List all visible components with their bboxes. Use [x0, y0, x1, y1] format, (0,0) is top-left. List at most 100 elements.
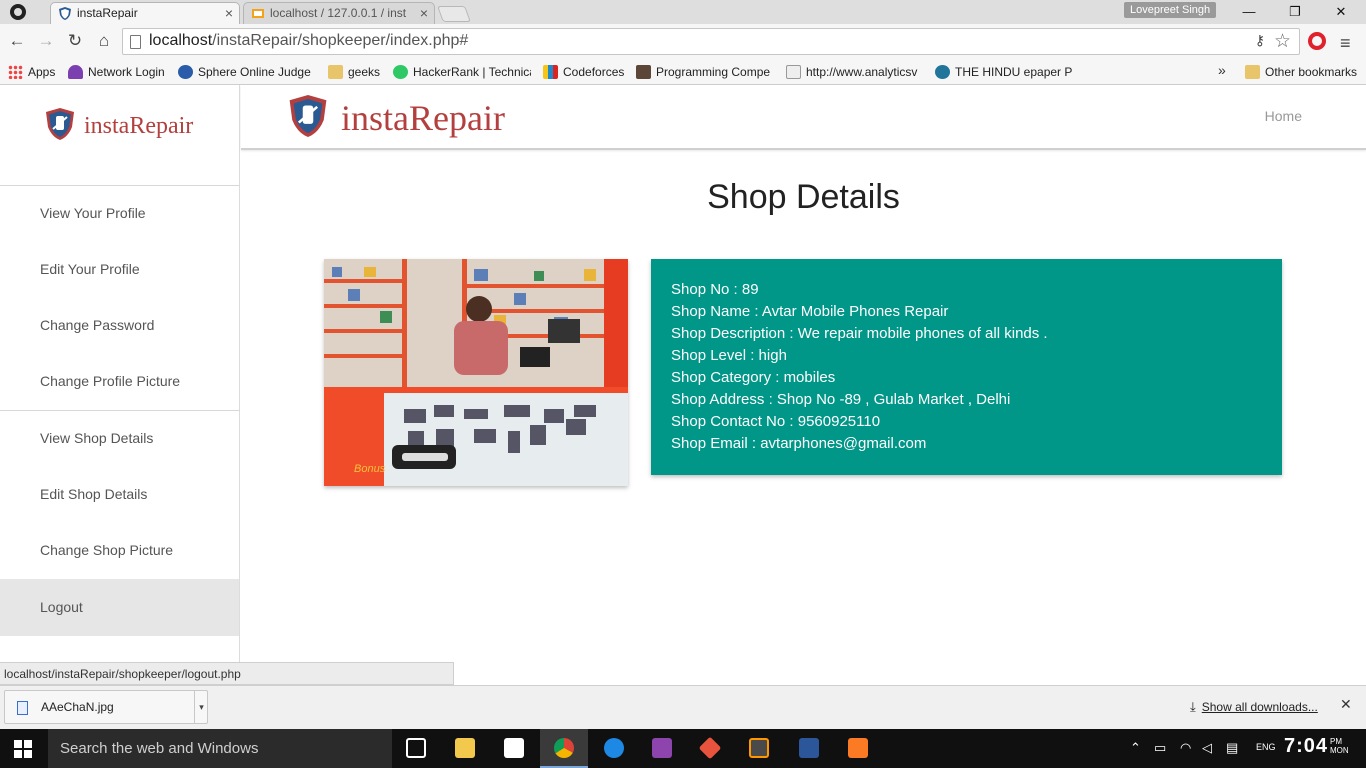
shop-contact: Shop Contact No : 9560925110: [671, 413, 881, 430]
header-logo[interactable]: instaRepair: [287, 93, 527, 139]
sidebar-item-edit-shop-details[interactable]: Edit Shop Details: [0, 466, 239, 522]
sublime-text-icon[interactable]: [735, 729, 783, 768]
sidebar-item-change-profile-picture[interactable]: Change Profile Picture: [0, 353, 239, 409]
bookmark-the-hindu[interactable]: THE HINDU epaper PI: [935, 63, 1073, 81]
reload-icon[interactable]: ↻: [65, 31, 85, 51]
word-icon[interactable]: [785, 729, 833, 768]
back-icon[interactable]: ←: [7, 31, 27, 51]
home-icon[interactable]: ⌂: [94, 31, 114, 51]
profile-user-button[interactable]: Lovepreet Singh: [1124, 2, 1217, 18]
page-header: instaRepair Home: [241, 85, 1366, 150]
clock-day: MON: [1330, 746, 1349, 755]
taskbar-search-input[interactable]: Search the web and Windows: [48, 729, 392, 768]
sidebar: instaRepair View Your Profile Edit Your …: [0, 85, 240, 685]
clock-time[interactable]: 7:04: [1284, 735, 1328, 758]
header-brand: instaRepair: [341, 98, 505, 138]
sidebar-item-view-profile[interactable]: View Your Profile: [0, 185, 239, 241]
wordpress-icon: [935, 65, 950, 79]
bookmark-label: Apps: [28, 65, 56, 79]
sidebar-item-edit-profile[interactable]: Edit Your Profile: [0, 241, 239, 297]
folder-icon: [1245, 65, 1260, 79]
tab-phpmyadmin[interactable]: localhost / 127.0.0.1 / inst ×: [243, 2, 435, 24]
address-bar[interactable]: localhost/instaRepair/shopkeeper/index.p…: [122, 28, 1300, 55]
bookmark-analytics[interactable]: http://www.analyticsv: [786, 63, 924, 81]
url-text[interactable]: localhost/instaRepair/shopkeeper/index.p…: [149, 32, 468, 50]
minimize-icon[interactable]: —: [1234, 2, 1264, 22]
close-window-icon[interactable]: ✕: [1326, 2, 1356, 22]
opera-extension-icon[interactable]: [1308, 32, 1326, 50]
bookmark-codeforces[interactable]: Codeforces: [543, 63, 627, 81]
download-arrow-icon: ⤓: [1190, 699, 1196, 714]
github-icon[interactable]: [10, 4, 26, 20]
forward-icon[interactable]: →: [36, 31, 56, 51]
close-icon[interactable]: ✕: [1340, 696, 1352, 713]
visual-studio-icon[interactable]: [638, 729, 686, 768]
download-filename: AAeChaN.jpg: [41, 700, 114, 714]
shop-picture: Bonus: [324, 259, 628, 486]
task-view-icon[interactable]: [392, 729, 440, 768]
download-shelf: AAeChaN.jpg ▾ ⤓ Show all downloads... ✕: [0, 685, 1366, 729]
volume-icon[interactable]: ◁: [1202, 740, 1212, 756]
store-icon[interactable]: [490, 729, 538, 768]
git-icon[interactable]: [686, 729, 734, 768]
apps-grid-icon: [8, 65, 23, 79]
show-all-downloads-link[interactable]: ⤓ Show all downloads...: [1190, 699, 1318, 715]
new-tab-button[interactable]: [437, 6, 471, 22]
chart-icon: [786, 65, 801, 79]
status-bar-url: localhost/instaRepair/shopkeeper/logout.…: [0, 662, 454, 685]
other-bookmarks[interactable]: Other bookmarks: [1245, 63, 1363, 81]
battery-icon[interactable]: ▭: [1154, 740, 1166, 756]
shop-address: Shop Address : Shop No -89 , Gulab Marke…: [671, 391, 1011, 408]
bookmark-network-login[interactable]: Network Login: [68, 63, 176, 81]
bookmark-apps[interactable]: Apps: [8, 63, 68, 81]
tab-close-icon[interactable]: ×: [420, 3, 428, 23]
url-host: localhost: [149, 32, 213, 49]
chevron-up-icon[interactable]: ⌃: [1130, 740, 1141, 756]
download-item[interactable]: AAeChaN.jpg ▾: [4, 690, 208, 724]
bookmark-hackerrank[interactable]: HackerRank | Technica: [393, 63, 531, 81]
sidebar-item-change-password[interactable]: Change Password: [0, 297, 239, 353]
sidebar-item-change-shop-picture[interactable]: Change Shop Picture: [0, 522, 239, 578]
shop-level: Shop Level : high: [671, 347, 787, 364]
sidebar-item-logout[interactable]: Logout: [0, 579, 239, 636]
bookmark-label: Sphere Online Judge: [198, 65, 311, 79]
edge-icon[interactable]: [590, 729, 638, 768]
folder-icon: [328, 65, 343, 79]
chrome-icon[interactable]: [540, 729, 588, 768]
sidebar-item-view-shop-details[interactable]: View Shop Details: [0, 410, 239, 466]
windows-start-icon[interactable]: [14, 740, 32, 758]
shop-details-card: Shop No : 89 Shop Name : Avtar Mobile Ph…: [651, 259, 1282, 475]
bookmarks-bar: Apps Network Login Sphere Online Judge g…: [0, 59, 1366, 85]
chevron-down-icon[interactable]: ▾: [194, 691, 208, 723]
image-file-icon: [17, 701, 28, 715]
tab-close-icon[interactable]: ×: [225, 3, 233, 23]
phpmyadmin-icon: [252, 9, 264, 18]
chrome-menu-icon[interactable]: ≡: [1340, 33, 1351, 54]
codeforces-icon: [543, 65, 558, 79]
shop-category: Shop Category : mobiles: [671, 369, 836, 386]
bookmark-label: HackerRank | Technica: [413, 65, 531, 79]
file-explorer-icon[interactable]: [441, 729, 489, 768]
bookmark-star-icon[interactable]: ☆: [1274, 30, 1291, 53]
browser-tab-strip: instaRepair × localhost / 127.0.0.1 / in…: [0, 0, 1366, 24]
bookmark-label: Other bookmarks: [1265, 65, 1358, 79]
restore-icon[interactable]: ❐: [1280, 2, 1310, 22]
bookmark-spoj[interactable]: Sphere Online Judge: [178, 63, 316, 81]
photo-caption: Bonus: [354, 463, 386, 475]
nav-home-link[interactable]: Home: [1265, 108, 1302, 124]
bookmarks-overflow-icon[interactable]: »: [1218, 62, 1226, 78]
show-all-label: Show all downloads...: [1201, 700, 1318, 714]
bookmark-geeks[interactable]: geeks: [328, 63, 388, 81]
bookmark-label: Codeforces: [563, 65, 625, 79]
key-icon[interactable]: ⚷: [1255, 32, 1265, 49]
action-center-icon[interactable]: ▤: [1226, 740, 1238, 756]
tab-instarepair[interactable]: instaRepair ×: [50, 2, 240, 24]
wifi-icon[interactable]: ◠: [1180, 740, 1191, 756]
xampp-icon[interactable]: [834, 729, 882, 768]
shop-name: Shop Name : Avtar Mobile Phones Repair: [671, 303, 949, 320]
windows-taskbar: Search the web and Windows ⌃ ▭ ◠ ◁ ▤ ENG…: [0, 729, 1366, 768]
language-icon[interactable]: ENG: [1256, 742, 1276, 752]
page-icon: [130, 35, 141, 49]
shop-no: Shop No : 89: [671, 281, 759, 298]
bookmark-programming-competitions[interactable]: Programming Compe: [636, 63, 774, 81]
